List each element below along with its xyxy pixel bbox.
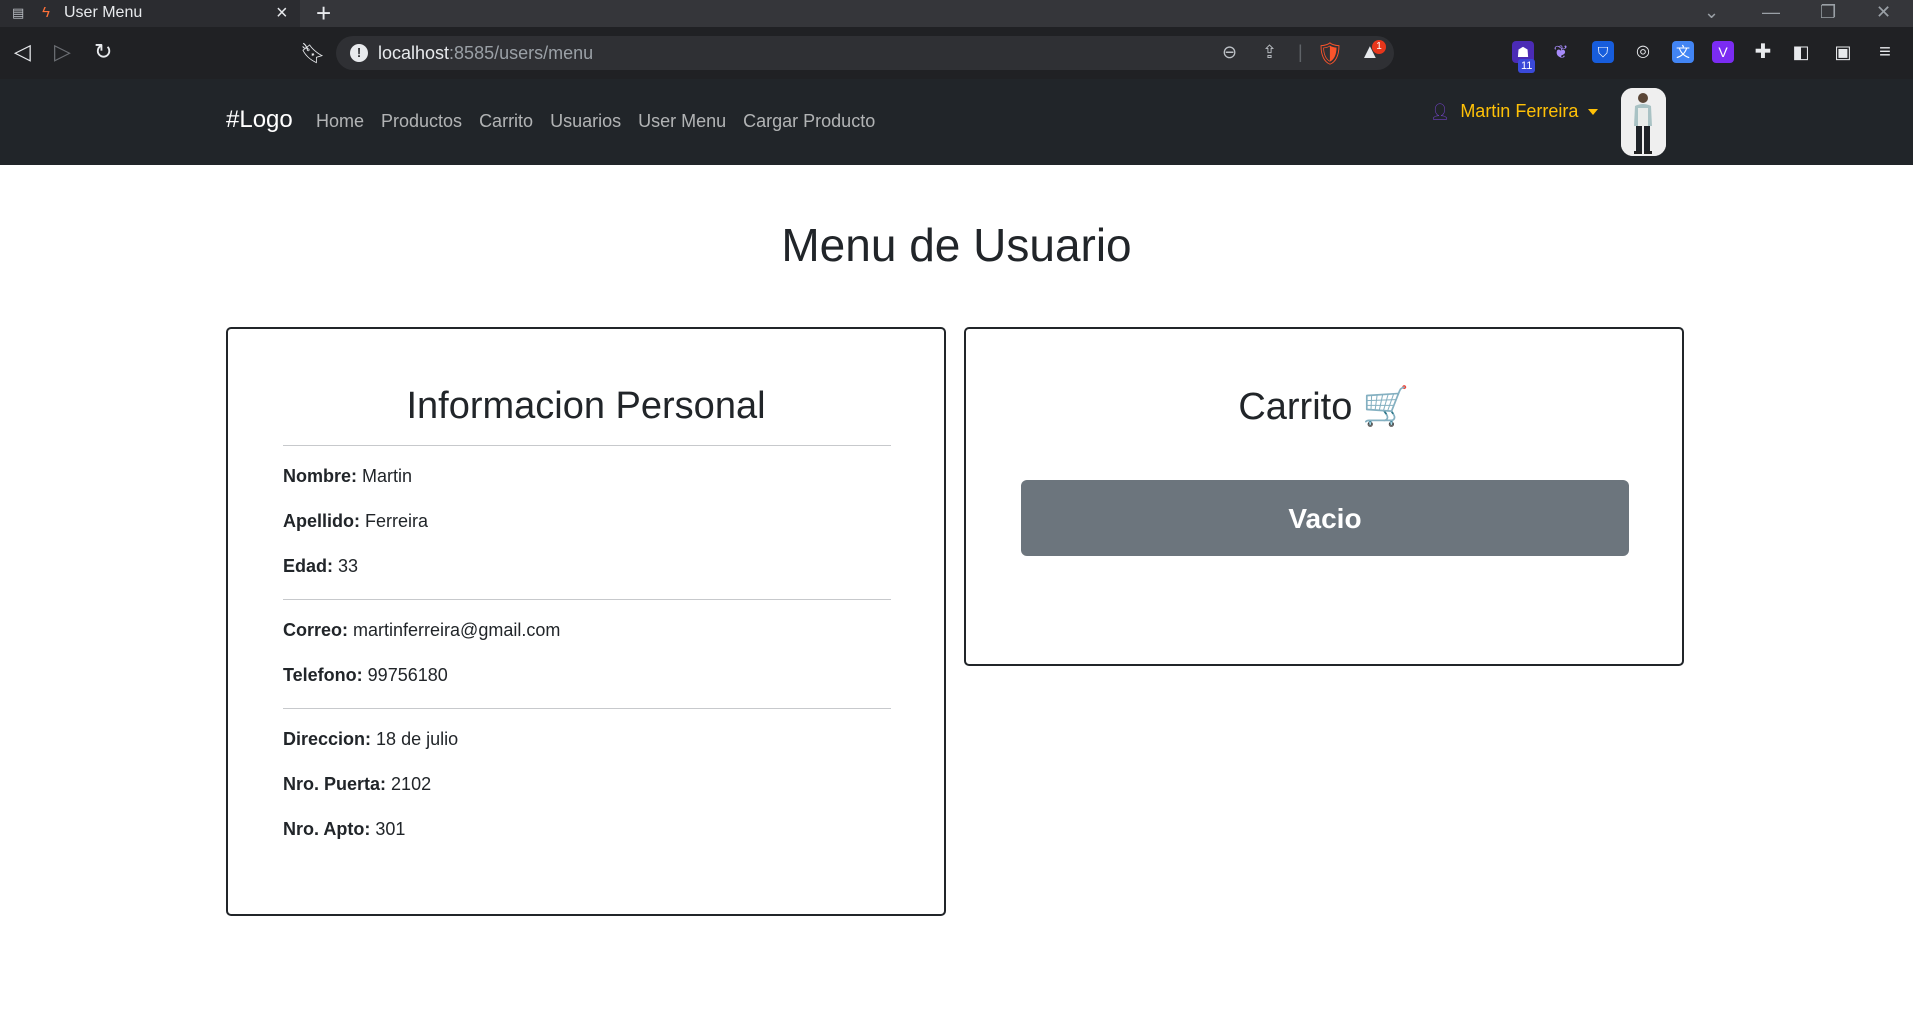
nav-link-productos[interactable]: Productos <box>381 111 462 132</box>
browser-menu-icon[interactable]: ≡ <box>1874 41 1896 63</box>
close-window-icon[interactable]: ✕ <box>1876 2 1891 23</box>
nav-link-home[interactable]: Home <box>316 111 364 132</box>
person-icon: 👤︎ <box>1430 103 1451 121</box>
extension-v-icon[interactable]: V <box>1712 41 1734 63</box>
rewards-badge: 1 <box>1372 40 1386 54</box>
restore-icon[interactable]: ❐ <box>1820 2 1836 23</box>
browser-tab[interactable]: ▤ ϟ User Menu × <box>0 0 300 27</box>
user-dropdown[interactable]: 👤︎ Martin Ferreira <box>1430 101 1599 122</box>
field-label: Apellido: <box>283 511 360 531</box>
field-label: Telefono: <box>283 665 363 685</box>
reload-icon[interactable]: ↻ <box>94 39 112 65</box>
address-bar[interactable]: ! localhost:8585/users/menu ⊖ ⇪ | 🛡︎ ▲ 1 <box>336 36 1394 70</box>
personal-info-title: Informacion Personal <box>406 385 766 427</box>
field-apto: Nro. Apto: 301 <box>283 819 405 840</box>
browser-tabstrip: ▤ ϟ User Menu × + ⌄ — ❐ ✕ <box>0 0 1913 27</box>
field-value: 33 <box>338 556 359 576</box>
nav-link-usuarios[interactable]: Usuarios <box>550 111 621 132</box>
translate-icon[interactable]: 文 <box>1672 41 1694 63</box>
personal-info-card: Informacion Personal Nombre: Martin Apel… <box>226 327 946 916</box>
cart-card: Carrito 🛒 Vacio <box>964 327 1684 666</box>
extension-glasses-icon[interactable]: ◎ <box>1632 41 1654 63</box>
forward-icon[interactable]: ▷ <box>54 39 71 65</box>
tab-search-icon[interactable]: ▤ <box>12 6 30 20</box>
field-value: 301 <box>375 819 406 839</box>
field-label: Correo: <box>283 620 349 640</box>
minimize-icon[interactable]: — <box>1762 2 1780 23</box>
field-label: Direccion: <box>283 729 372 749</box>
field-correo: Correo: martinferreira@gmail.com <box>283 620 560 641</box>
nav-link-carrito[interactable]: Carrito <box>479 111 533 132</box>
field-edad: Edad: 33 <box>283 556 358 577</box>
field-value: martinferreira@gmail.com <box>353 620 561 640</box>
new-tab-button[interactable]: + <box>316 0 331 27</box>
nav-link-user-menu[interactable]: User Menu <box>638 111 726 132</box>
wallet-icon[interactable]: ▣ <box>1832 41 1854 63</box>
tab-close-icon[interactable]: × <box>276 2 288 25</box>
field-apellido: Apellido: Ferreira <box>283 511 428 532</box>
tab-title: User Menu <box>64 4 143 21</box>
bitwarden-icon[interactable]: ⛉ <box>1592 41 1614 63</box>
url-text[interactable]: localhost:8585/users/menu <box>378 43 593 64</box>
site-info-icon[interactable]: ! <box>350 44 368 62</box>
user-name: Martin Ferreira <box>1460 101 1579 121</box>
bookmark-icon[interactable]: 🔖︎ <box>300 41 325 66</box>
navbar: #Logo Home Productos Carrito Usuarios Us… <box>0 79 1913 165</box>
field-value: Ferreira <box>365 511 429 531</box>
empty-cart-button[interactable]: Vacio <box>1021 480 1629 556</box>
extensions-puzzle-icon[interactable]: ✚ <box>1752 41 1774 63</box>
zoom-icon[interactable]: ⊖ <box>1222 42 1237 63</box>
back-icon[interactable]: ◁ <box>14 39 31 65</box>
navbar-brand[interactable]: #Logo <box>226 106 293 134</box>
nav-links: Home Productos Carrito Usuarios User Men… <box>316 111 875 132</box>
field-value: 99756180 <box>367 665 448 685</box>
browser-toolbar: ◁ ▷ ↻ 🔖︎ ! localhost:8585/users/menu ⊖ ⇪… <box>0 27 1913 79</box>
divider <box>283 708 891 709</box>
cart-title-text: Carrito <box>1238 386 1353 428</box>
page-title: Menu de Usuario <box>781 219 1132 271</box>
brave-shield-icon[interactable]: 🛡︎ <box>1316 41 1344 67</box>
nav-link-cargar-producto[interactable]: Cargar Producto <box>743 111 875 132</box>
field-puerta: Nro. Puerta: 2102 <box>283 774 431 795</box>
extension-feather-icon[interactable]: ❦ <box>1550 41 1572 63</box>
field-label: Nro. Apto: <box>283 819 371 839</box>
field-value: 2102 <box>391 774 432 794</box>
divider <box>283 599 891 600</box>
tab-list-chevron-icon[interactable]: ⌄ <box>1704 2 1719 23</box>
extension-badge: 11 <box>1518 59 1536 73</box>
cart-title: Carrito 🛒 <box>966 385 1682 429</box>
field-value: 18 de julio <box>376 729 459 749</box>
field-telefono: Telefono: 99756180 <box>283 665 448 686</box>
field-nombre: Nombre: Martin <box>283 466 412 487</box>
divider <box>283 445 891 446</box>
field-label: Nombre: <box>283 466 358 486</box>
share-icon[interactable]: ⇪ <box>1262 42 1277 63</box>
avatar[interactable] <box>1621 88 1666 156</box>
shopping-cart-icon: 🛒 <box>1362 386 1410 428</box>
sidebar-toggle-icon[interactable]: ◧ <box>1790 41 1812 63</box>
field-label: Edad: <box>283 556 334 576</box>
field-label: Nro. Puerta: <box>283 774 387 794</box>
tab-favicon-icon: ϟ <box>42 4 50 21</box>
caret-down-icon <box>1588 108 1599 115</box>
field-direccion: Direccion: 18 de julio <box>283 729 458 750</box>
field-value: Martin <box>362 466 413 486</box>
